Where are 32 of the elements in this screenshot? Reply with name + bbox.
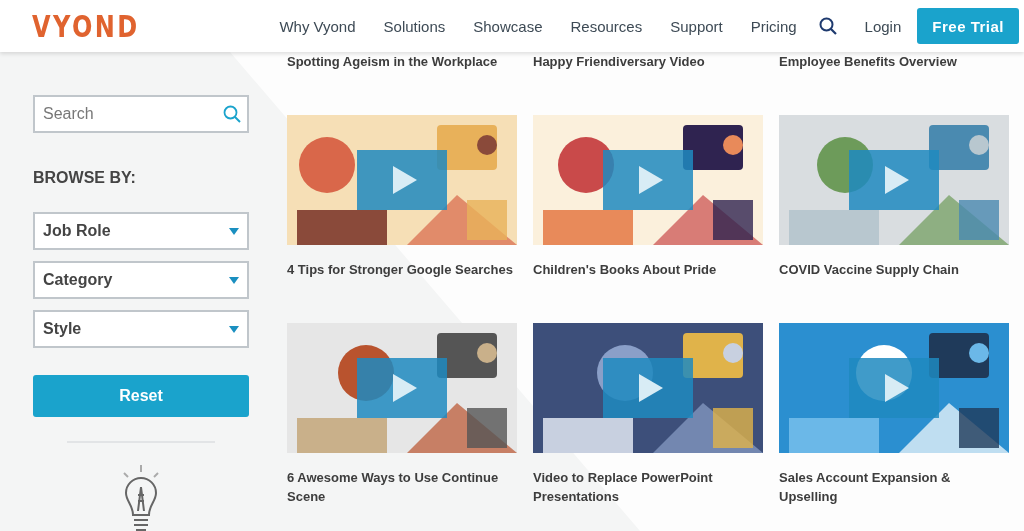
filter-dropdown[interactable]: Category [33,261,249,299]
filter-dropdown[interactable]: Job Role [33,212,249,250]
play-button[interactable] [603,150,693,210]
nav-link[interactable]: Resources [570,17,643,35]
video-title[interactable]: Video to Replace PowerPoint Presentations [533,468,763,506]
video-title[interactable]: COVID Vaccine Supply Chain [779,260,1009,279]
browse-label: BROWSE BY: [33,169,137,187]
play-button[interactable] [357,358,447,418]
play-button[interactable] [357,150,447,210]
nav-link[interactable]: Pricing [750,17,797,35]
video-title[interactable]: Employee Benefits Overview [779,52,1009,71]
nav-link[interactable]: Support [670,17,723,35]
nav-link[interactable]: Solutions [383,17,446,35]
play-button[interactable] [849,358,939,418]
logo[interactable]: VYOND [32,8,140,44]
search-field[interactable]: Search [33,95,249,133]
video-title[interactable]: 4 Tips for Stronger Google Searches [287,260,517,279]
caret-icon [229,227,239,235]
video-title[interactable]: Children's Books About Pride [533,260,763,279]
nav-link[interactable]: Why Vyond [279,17,356,35]
caret-icon [229,276,239,284]
filter-dropdown[interactable]: Style [33,310,249,348]
nav-link[interactable]: Showcase [473,17,543,35]
caret-icon [229,325,239,333]
play-button[interactable] [849,150,939,210]
video-title[interactable]: Happy Friendiversary Video [533,52,763,71]
login-link[interactable]: Login [864,17,902,35]
play-button[interactable] [603,358,693,418]
search-icon[interactable] [818,17,837,35]
video-title[interactable]: Spotting Ageism in the Workplace [287,52,517,71]
video-title[interactable]: 6 Awesome Ways to Use Continue Scene [287,468,517,506]
video-title[interactable]: Sales Account Expansion & Upselling [779,468,1009,506]
